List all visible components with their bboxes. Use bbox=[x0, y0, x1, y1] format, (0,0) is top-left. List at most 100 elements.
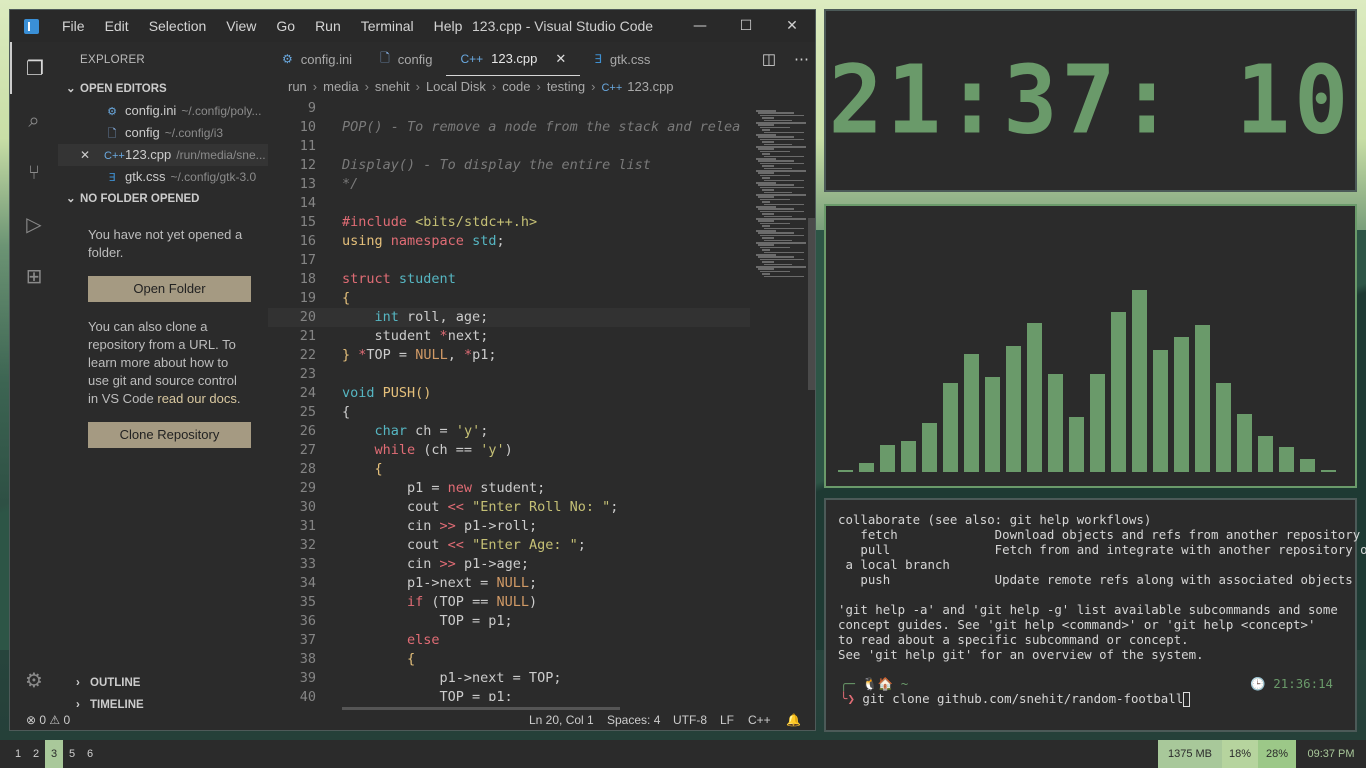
breadcrumb-item[interactable]: run bbox=[288, 79, 307, 94]
visualizer-bar bbox=[964, 354, 979, 472]
open-editor-item[interactable]: ∃ gtk.css ~/.config/gtk-3.0 bbox=[58, 166, 268, 188]
line-number: 32 bbox=[299, 537, 316, 553]
line-number: 31 bbox=[299, 518, 316, 534]
breadcrumb-item[interactable]: testing bbox=[547, 79, 585, 94]
visualizer-bar bbox=[1132, 290, 1147, 472]
source-control-icon[interactable]: ⑂ bbox=[10, 146, 58, 198]
breadcrumb-item[interactable]: snehit bbox=[375, 79, 410, 94]
minimap-line bbox=[762, 141, 774, 143]
breadcrumb-item[interactable]: code bbox=[502, 79, 530, 94]
line-content: Display() - To display the entire list bbox=[342, 157, 651, 173]
breadcrumb-item[interactable]: Local Disk bbox=[426, 79, 486, 94]
workspace-2[interactable]: 2 bbox=[27, 740, 45, 768]
config-file-icon: 🗋 bbox=[380, 50, 390, 65]
tab-123-cpp[interactable]: C++ 123.cpp ✕ bbox=[446, 42, 581, 76]
workspace-3[interactable]: 3 bbox=[45, 740, 63, 768]
terminal-output-line: See 'git help git' for an overview of th… bbox=[838, 647, 1204, 662]
menu-item-help[interactable]: Help bbox=[424, 10, 473, 42]
minimap-line bbox=[756, 110, 776, 112]
outline-header[interactable]: › OUTLINE bbox=[58, 672, 268, 694]
minimap-line bbox=[760, 126, 790, 129]
indentation[interactable]: Spaces: 4 bbox=[607, 710, 660, 730]
open-editors-header[interactable]: ⌄ OPEN EDITORS bbox=[58, 78, 268, 100]
problems-indicator[interactable]: ⊗ 0 ⚠ 0 bbox=[26, 710, 70, 730]
terminal-panel[interactable]: ╭─ 🐧🏠 ~ 🕒 21:36:14 ╰❯ git clone github.c… bbox=[824, 498, 1366, 732]
tab-config[interactable]: 🗋 config bbox=[366, 42, 446, 76]
breadcrumb-item[interactable]: media bbox=[323, 79, 358, 94]
code-line: 19 { bbox=[268, 289, 750, 308]
workspace-5[interactable]: 5 bbox=[63, 740, 81, 768]
no-folder-label: NO FOLDER OPENED bbox=[80, 193, 200, 205]
tab-gtk-css[interactable]: ∃ gtk.css bbox=[580, 42, 664, 76]
no-folder-header[interactable]: ⌄ NO FOLDER OPENED bbox=[58, 188, 268, 210]
visualizer-bar bbox=[1279, 447, 1294, 472]
close-tab-icon[interactable]: ✕ bbox=[555, 51, 566, 67]
files-icon[interactable]: ❐ bbox=[10, 42, 58, 94]
menu-item-terminal[interactable]: Terminal bbox=[351, 10, 424, 42]
breadcrumb-item[interactable]: 123.cpp bbox=[627, 79, 673, 94]
explorer-sidebar: EXPLORER ⌄ OPEN EDITORS ⚙ config.ini ~/.con… bbox=[58, 42, 268, 711]
menu-item-go[interactable]: Go bbox=[266, 10, 305, 42]
code-editor[interactable]: 9 10 POP() - To remove a node from the sta… bbox=[268, 99, 750, 701]
close-icon[interactable]: ✕ bbox=[80, 144, 90, 166]
open-editor-item[interactable]: ✕ C++123.cpp/run/media/sne... bbox=[58, 144, 268, 166]
more-actions-icon[interactable]: ⋯ bbox=[794, 50, 809, 68]
clone-repository-button[interactable]: Clone Repository bbox=[88, 422, 251, 448]
code-line: 9 bbox=[268, 99, 750, 118]
tab-label: config.ini bbox=[300, 51, 353, 67]
chevron-right-icon: › bbox=[364, 79, 369, 94]
open-editors-list: ⚙ config.ini ~/.config/poly... 🗋 config ~/.co… bbox=[58, 100, 268, 188]
menu-item-file[interactable]: File bbox=[52, 10, 95, 42]
split-editor-icon[interactable]: ◫ bbox=[762, 50, 776, 68]
close-icon[interactable]: ✕ bbox=[769, 10, 815, 42]
end-of-line[interactable]: LF bbox=[720, 710, 734, 730]
open-folder-button[interactable]: Open Folder bbox=[88, 276, 251, 302]
run-debug-icon[interactable]: ▷ bbox=[10, 198, 58, 250]
minimap-line bbox=[758, 256, 794, 258]
menu-item-view[interactable]: View bbox=[216, 10, 266, 42]
minimap-line bbox=[756, 182, 776, 184]
visualizer-bar bbox=[1090, 374, 1105, 472]
code-line: 13 */ bbox=[268, 175, 750, 194]
tab-label: gtk.css bbox=[609, 51, 651, 67]
language-mode[interactable]: C++ bbox=[748, 710, 771, 730]
open-editor-item[interactable]: ⚙ config.ini ~/.config/poly... bbox=[58, 100, 268, 122]
settings-icon[interactable]: ⚙ bbox=[10, 654, 58, 706]
menu-item-edit[interactable]: Edit bbox=[95, 10, 139, 42]
scrollbar-thumb[interactable] bbox=[808, 218, 815, 390]
tab-config-ini[interactable]: ⚙ config.ini bbox=[268, 42, 366, 76]
notifications-bell-icon[interactable]: 🔔 bbox=[786, 710, 801, 730]
editor-area: ⚙ config.ini 🗋 config C++ 123.cpp ✕ ∃ gtk.css ◫ … bbox=[268, 42, 815, 715]
maximize-icon[interactable]: ☐ bbox=[723, 10, 769, 42]
minimap-line bbox=[762, 249, 770, 251]
cursor-position[interactable]: Ln 20, Col 1 bbox=[529, 710, 594, 730]
read-docs-link[interactable]: read our docs bbox=[157, 391, 237, 406]
workspace-1[interactable]: 1 bbox=[9, 740, 27, 768]
line-content: int roll, age; bbox=[374, 309, 489, 325]
open-editor-path: ~/.config/poly... bbox=[181, 104, 262, 118]
minimap-line bbox=[758, 124, 774, 126]
minimap-line bbox=[762, 153, 770, 155]
encoding[interactable]: UTF-8 bbox=[673, 710, 707, 730]
visualizer-bar bbox=[1216, 383, 1231, 472]
code-line: 23 bbox=[268, 365, 750, 384]
activity-bar: ❐ ⌕ ⑂ ▷ ⊞ ⚙ bbox=[10, 42, 58, 710]
minimap-line bbox=[762, 225, 770, 227]
menu-item-run[interactable]: Run bbox=[305, 10, 351, 42]
minimap[interactable] bbox=[750, 108, 815, 710]
open-editor-item[interactable]: 🗋 config ~/.config/i3 bbox=[58, 122, 268, 144]
minimap-line bbox=[756, 134, 776, 136]
menu-item-selection[interactable]: Selection bbox=[139, 10, 217, 42]
chevron-right-icon: › bbox=[491, 79, 497, 94]
vscode-logo-icon[interactable] bbox=[10, 10, 52, 42]
minimize-icon[interactable]: — bbox=[677, 10, 723, 42]
prompt-arrow-icon: ╰❯ bbox=[840, 691, 855, 706]
line-number: 21 bbox=[299, 328, 316, 344]
workspace-6[interactable]: 6 bbox=[81, 740, 99, 768]
clone-help-text: You can also clone a repository from a U… bbox=[88, 319, 241, 406]
visualizer-bar bbox=[1174, 337, 1189, 472]
line-number: 20 bbox=[299, 309, 316, 325]
search-icon[interactable]: ⌕ bbox=[10, 94, 58, 146]
line-number: 13 bbox=[299, 176, 316, 192]
extensions-icon[interactable]: ⊞ bbox=[10, 250, 58, 302]
